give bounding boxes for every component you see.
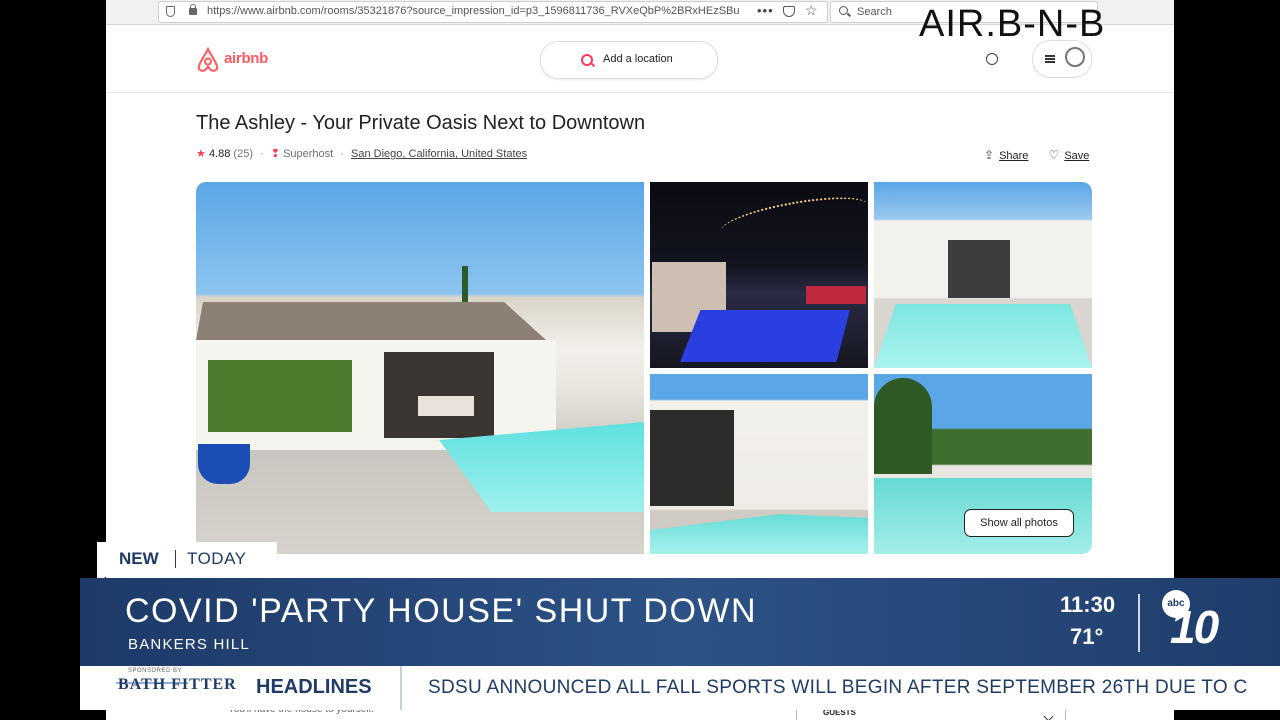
address-bar[interactable]: https://www.airbnb.com/rooms/35321876?so… <box>158 1 828 23</box>
tree <box>874 378 932 474</box>
globe-icon[interactable] <box>986 53 998 65</box>
airbnb-logo-text: airbnb <box>224 50 269 67</box>
pocket-icon[interactable] <box>783 6 795 17</box>
chevron-down-icon <box>1043 711 1054 720</box>
open-door <box>384 352 494 438</box>
share-icon: ⇪ <box>984 148 995 162</box>
superhost-label: Superhost <box>283 148 334 160</box>
blue-planter <box>198 444 250 484</box>
overlay-caption: AIR.B-N-B <box>919 3 1106 45</box>
photo-pool-house[interactable] <box>874 182 1092 368</box>
pool <box>874 304 1092 368</box>
separator-dot: · <box>340 148 344 160</box>
search-placeholder: Search <box>857 6 892 18</box>
tag-new: NEW <box>119 549 159 568</box>
add-location-button[interactable]: Add a location <box>540 41 718 79</box>
abc-logo: abc <box>1162 590 1190 618</box>
bed <box>418 396 474 416</box>
red-sofa <box>806 286 866 304</box>
listing-title: The Ashley - Your Private Oasis Next to … <box>196 112 646 134</box>
superhost-icon: ❢ <box>270 148 280 160</box>
photo-patio[interactable] <box>650 374 868 554</box>
menu-icon <box>1045 55 1055 57</box>
ticker-divider <box>400 666 402 710</box>
lit-pool <box>680 310 850 362</box>
sponsor-caption: SPONSORED BY <box>128 668 183 674</box>
news-ticker: SPONSORED BY BATH FITTER HEADLINES SDSU … <box>80 666 1280 710</box>
rating-value: 4.88 <box>208 148 231 160</box>
listing-actions: ⇪ Share ♡ Save <box>984 148 1089 162</box>
sponsor-logo: BATH FITTER <box>118 676 237 693</box>
divider <box>1138 594 1140 652</box>
house-roof <box>196 302 546 340</box>
tag-divider <box>175 550 176 568</box>
share-button[interactable]: Share <box>999 150 1028 162</box>
ticker-story: SDSU ANNOUNCED ALL FALL SPORTS WILL BEGI… <box>428 677 1248 698</box>
lock-icon <box>189 4 197 15</box>
temperature: 71° <box>1070 624 1104 649</box>
pool <box>650 514 868 554</box>
location-link[interactable]: San Diego, California, United States <box>351 148 527 160</box>
news-subhead: BANKERS HILL <box>128 636 250 653</box>
clock: 11:30 <box>1060 592 1116 617</box>
airbnb-belo-icon <box>197 47 219 72</box>
save-button[interactable]: Save <box>1064 150 1089 162</box>
page-actions-menu[interactable]: ••• <box>757 3 774 18</box>
separator-dot: · <box>260 148 264 160</box>
photo-night-pool[interactable] <box>650 182 868 368</box>
heart-icon: ♡ <box>1048 148 1060 162</box>
ticker-clip: SPONSORED BY BATH FITTER HEADLINES SDSU … <box>80 666 1280 710</box>
avatar-icon <box>1065 47 1085 67</box>
glass-door <box>948 240 1010 298</box>
star-icon: ★ <box>196 148 206 160</box>
tag-today: TODAY <box>187 549 247 568</box>
url-text[interactable]: https://www.airbnb.com/rooms/35321876?so… <box>207 5 747 17</box>
review-count[interactable]: (25) <box>233 148 253 160</box>
photo-main[interactable] <box>196 182 644 554</box>
news-headline: COVID 'PARTY HOUSE' SHUT DOWN <box>125 592 758 630</box>
ticker-label: HEADLINES <box>256 676 372 698</box>
string-lights <box>718 189 868 247</box>
search-icon <box>839 6 848 15</box>
show-all-photos-button[interactable]: Show all photos <box>964 509 1074 537</box>
shield-icon <box>166 6 175 17</box>
news-lower-third: COVID 'PARTY HOUSE' SHUT DOWN BANKERS HI… <box>80 578 1280 666</box>
bookmark-star-icon[interactable]: ☆ <box>805 2 818 19</box>
search-icon <box>581 54 593 66</box>
green-wall <box>208 360 352 432</box>
news-tag: NEW TODAY <box>97 542 277 574</box>
add-location-label: Add a location <box>603 53 673 65</box>
listing-meta: ★ 4.88 (25) · ❢ Superhost · San Diego, C… <box>196 147 527 160</box>
sliding-door <box>650 410 734 506</box>
